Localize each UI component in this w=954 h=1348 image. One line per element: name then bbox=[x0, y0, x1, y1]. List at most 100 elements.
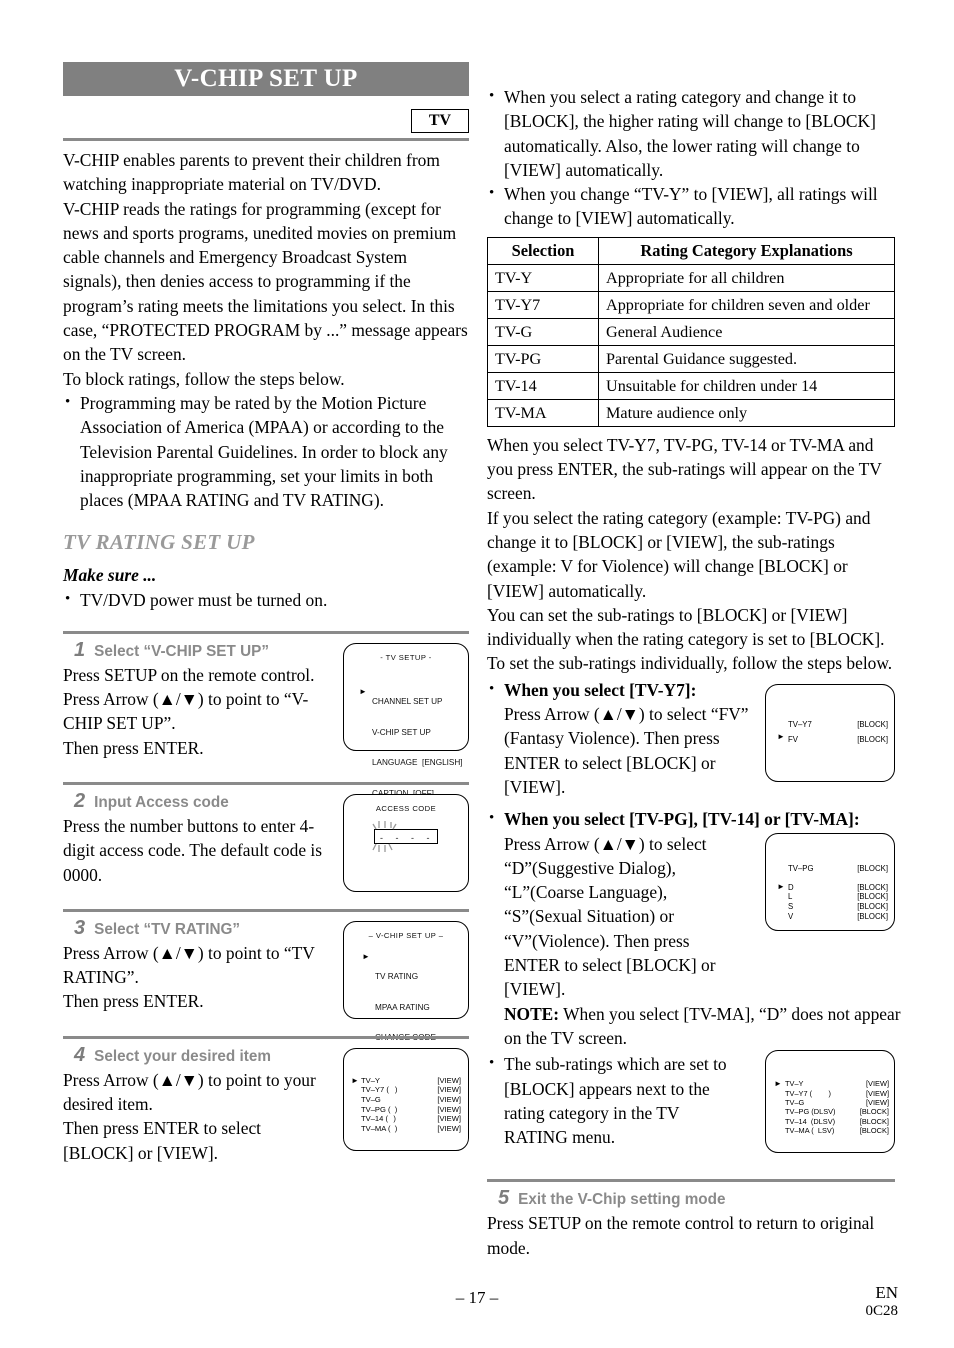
rating-value: [BLOCK] bbox=[857, 892, 888, 902]
step-title: Select “TV RATING” bbox=[94, 920, 241, 938]
cell-explanation: Appropriate for children seven and older bbox=[598, 290, 895, 319]
step-header: 5 Exit the V-Chip setting mode bbox=[487, 1187, 895, 1210]
right-paragraph-2: If you select the rating category (examp… bbox=[487, 507, 871, 601]
tv-screen-vchip-setup: – V-CHIP SET UP – TV RATING MPAA RATING … bbox=[343, 920, 469, 1042]
tv-screen-tv-rating-list: TV–Y [VIEW] TV–Y7 ( ) [VIEW] TV–G [VIEW] bbox=[343, 1047, 469, 1151]
step-1: 1 Select “V-CHIP SET UP” Press SETUP on … bbox=[63, 630, 469, 798]
page-number: – 17 – bbox=[455, 1288, 499, 1307]
step-number: 2 bbox=[74, 789, 86, 812]
rating-value: [BLOCK] bbox=[857, 902, 888, 912]
table-row: TV-Y7 Appropriate for children seven and… bbox=[487, 290, 895, 319]
rating-value: [BLOCK] bbox=[859, 1107, 889, 1117]
screen-rating-row: TV–MA ( ) [VIEW] bbox=[361, 1124, 461, 1134]
list-item: When you select a rating category and ch… bbox=[487, 84, 895, 182]
table-row: TV-G General Audience bbox=[487, 317, 895, 346]
intro-paragraph-3: To block ratings, follow the steps below… bbox=[63, 368, 345, 389]
step-title: Select “V-CHIP SET UP” bbox=[94, 642, 269, 660]
screen-title: - TV SETUP - bbox=[380, 652, 432, 662]
cursor-caret-icon: ► bbox=[359, 686, 367, 696]
screen-rating-row: L [BLOCK] bbox=[788, 892, 888, 902]
screen-menu-item: LANGUAGE [ENGLISH] bbox=[372, 758, 463, 768]
footer-code: 0C28 bbox=[865, 1303, 898, 1319]
table-header-row: Selection Rating Category Explanations bbox=[487, 236, 895, 265]
step-divider bbox=[63, 630, 469, 634]
rating-value: [VIEW] bbox=[866, 1088, 889, 1098]
step-line: Press Arrow (▲/▼) to point to your desir… bbox=[63, 1069, 316, 1115]
step-body: Press SETUP on the remote control. Press… bbox=[63, 663, 331, 760]
cell-selection: TV-G bbox=[487, 317, 599, 346]
screen-rating-row: V [BLOCK] bbox=[788, 912, 888, 922]
rating-label: TV–MA ( bbox=[361, 1123, 391, 1133]
step-body: Press SETUP on the remote control to ret… bbox=[487, 1211, 895, 1260]
step-2-illustration: ACCESS CODE - - - - bbox=[343, 793, 469, 892]
badge-row: TV bbox=[63, 96, 469, 136]
rating-label: TV–Y7 ( ) bbox=[785, 1088, 831, 1098]
step-line: Press SETUP on the remote control. bbox=[63, 664, 315, 685]
sub-rating-tvpg-illustration: TV–PG [BLOCK] D [BLOCK] L [BLOCK] S [BLO… bbox=[765, 833, 895, 932]
column-header-selection: Selection bbox=[487, 236, 599, 265]
rating-label: TV–PG bbox=[788, 864, 814, 874]
list-item: When you change “TV-Y” to [VIEW], all ra… bbox=[487, 181, 895, 231]
cell-selection: TV-MA bbox=[487, 398, 599, 427]
screen-rating-row: TV–Y [VIEW] bbox=[361, 1076, 461, 1086]
step-line: Press Arrow (▲/▼) to point to “TV RATING… bbox=[63, 942, 315, 988]
intro-paragraph-1: V-CHIP enables parents to prevent their … bbox=[63, 150, 440, 195]
screen-title: ACCESS CODE bbox=[375, 803, 437, 813]
note-text: When you select [TV-MA], “D” does not ap… bbox=[504, 1003, 901, 1048]
section-heading-tv-rating: TV RATING SET UP bbox=[63, 530, 255, 555]
rating-label: TV–Y7 ( bbox=[361, 1085, 389, 1095]
step-2: 2 Input Access code Press the number but… bbox=[63, 781, 469, 892]
screen-rating-rows: TV–Y [VIEW] TV–Y7 ( ) [VIEW] TV–G [VIEW] bbox=[361, 1076, 461, 1134]
step-1-illustration: - TV SETUP - CHANNEL SET UP V-CHIP SET U… bbox=[343, 642, 469, 798]
sub-rating-text: Press Arrow (▲/▼) to select “D”(Suggesti… bbox=[504, 833, 716, 1000]
screen-rating-row: TV–PG ( ) [VIEW] bbox=[361, 1105, 461, 1115]
intro-bullet-list: Programming may be rated by the Motion P… bbox=[63, 390, 469, 512]
step-line: Then press ENTER to select [BLOCK] or [V… bbox=[63, 1118, 262, 1163]
screen-rating-row: S [BLOCK] bbox=[788, 902, 888, 912]
tv-badge: TV bbox=[411, 109, 469, 133]
screen-menu-item: MPAA RATING bbox=[375, 1002, 430, 1012]
step-divider bbox=[487, 1179, 895, 1183]
cell-explanation: Mature audience only bbox=[598, 398, 895, 427]
rating-label: D bbox=[788, 882, 794, 892]
page-title: V-CHIP SET UP bbox=[63, 62, 469, 96]
sub-rating-tvpg-block: When you select [TV-PG], [TV-14] or [TV-… bbox=[487, 806, 895, 1001]
tv-screen-tvy7-subratings: TV–Y7 [BLOCK] FV [BLOCK] ► bbox=[765, 683, 895, 782]
cell-explanation: Parental Guidance suggested. bbox=[598, 344, 895, 373]
make-sure-list: TV/DVD power must be turned on. bbox=[63, 587, 469, 612]
step-divider bbox=[63, 781, 469, 785]
screen-menu-item: CHANNEL SET UP bbox=[372, 697, 443, 707]
rating-value: [VIEW] bbox=[866, 1098, 889, 1108]
rating-label: TV–G bbox=[361, 1094, 381, 1104]
right-top-bullets: When you select a rating category and ch… bbox=[487, 84, 895, 231]
step-divider bbox=[63, 908, 469, 912]
step-4-illustration: TV–Y [VIEW] TV–Y7 ( ) [VIEW] TV–G [VIEW] bbox=[343, 1047, 469, 1151]
step-body: Press Arrow (▲/▼) to point to your desir… bbox=[63, 1068, 331, 1165]
cell-selection: TV-Y7 bbox=[487, 290, 599, 319]
step-body: Press Arrow (▲/▼) to point to “TV RATING… bbox=[63, 941, 331, 1014]
rating-label: TV–PG (DLSV) bbox=[785, 1107, 836, 1117]
blink-sparkle-icon bbox=[372, 820, 397, 852]
screen-rating-row: TV–PG (DLSV) [BLOCK] bbox=[785, 1107, 889, 1116]
step-number: 3 bbox=[74, 916, 86, 939]
screen-rating-row: TV–Y7 ( ) [VIEW] bbox=[361, 1085, 461, 1095]
column-header-explanations: Rating Category Explanations bbox=[598, 236, 895, 265]
right-paragraph-1: When you select TV-Y7, TV-PG, TV-14 or T… bbox=[487, 434, 882, 504]
step-number: 4 bbox=[74, 1043, 86, 1066]
rating-value: [VIEW] bbox=[437, 1123, 461, 1133]
rating-label: L bbox=[788, 892, 793, 902]
rating-value: [BLOCK] bbox=[857, 911, 888, 921]
step-line: Press SETUP on the remote control to ret… bbox=[487, 1213, 875, 1258]
right-paragraph-4: To set the sub-ratings individually, fol… bbox=[487, 653, 893, 674]
sub-rating-summary-block: The sub-ratings which are set to [BLOCK]… bbox=[487, 1050, 895, 1154]
tv-screen-tv-setup: - TV SETUP - CHANNEL SET UP V-CHIP SET U… bbox=[343, 642, 469, 798]
rating-value: [VIEW] bbox=[437, 1094, 461, 1104]
rating-value: [VIEW] bbox=[437, 1104, 461, 1114]
screen-rating-row: TV–MA ( LSV) [BLOCK] bbox=[785, 1126, 889, 1135]
footer-meta: EN 0C28 bbox=[865, 1283, 898, 1321]
rating-label: V bbox=[788, 911, 794, 921]
screen-rating-rows: TV–Y7 [BLOCK] FV [BLOCK] bbox=[788, 717, 888, 747]
screen-rating-row: TV–G [VIEW] bbox=[361, 1095, 461, 1105]
cell-selection: TV-PG bbox=[487, 344, 599, 373]
rating-sub: ) bbox=[394, 1085, 398, 1095]
